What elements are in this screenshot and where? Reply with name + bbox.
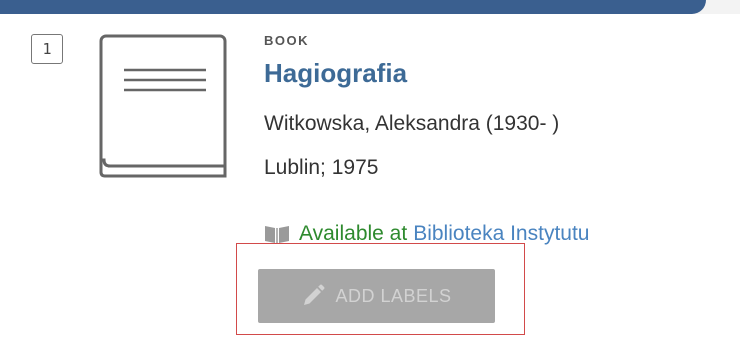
open-book-icon: [264, 224, 290, 244]
add-labels-button[interactable]: ADD LABELS: [258, 269, 495, 323]
result-number: 1: [31, 34, 63, 64]
item-title-link[interactable]: Hagiografia: [264, 58, 407, 89]
pencil-icon: [301, 284, 325, 308]
item-type-label: BOOK: [264, 33, 309, 48]
book-icon[interactable]: [98, 32, 228, 182]
header-band: [0, 0, 706, 14]
add-labels-label: ADD LABELS: [335, 285, 452, 306]
item-author: Witkowska, Aleksandra (1930- ): [264, 112, 560, 135]
item-publication: Lublin; 1975: [264, 156, 379, 179]
